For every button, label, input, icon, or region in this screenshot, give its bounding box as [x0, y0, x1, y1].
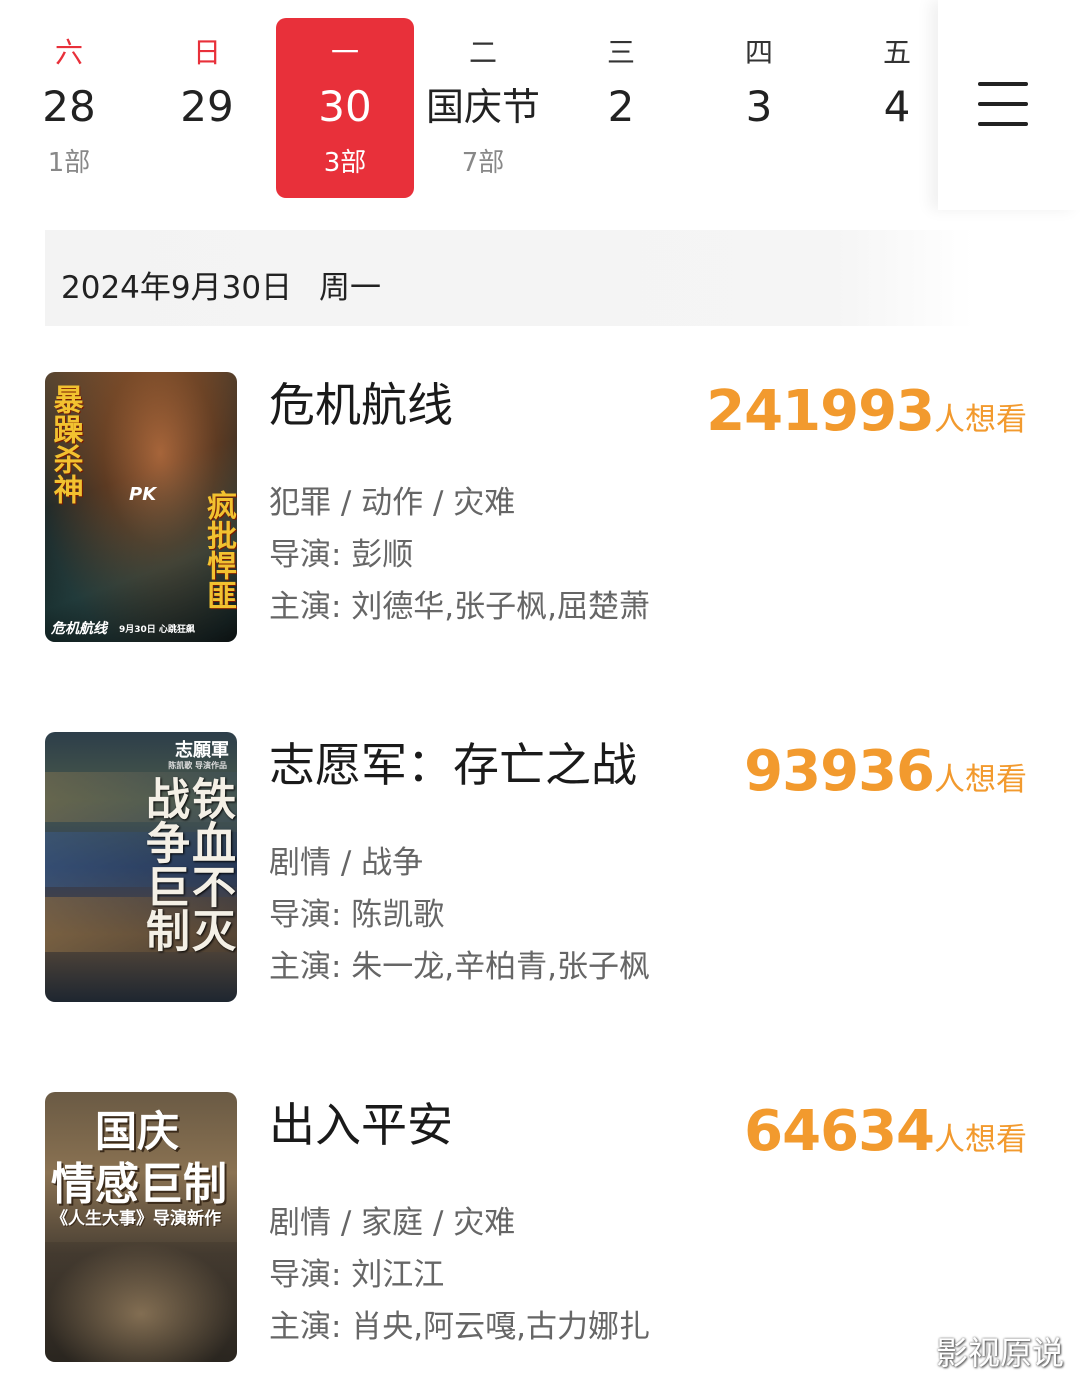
date-header: 2024年9月30日 周一: [45, 230, 975, 326]
want-count-number: 241993: [706, 379, 935, 444]
poster-brand-text: 志願軍: [175, 740, 229, 761]
poster-col1-text: 铁血不灭: [184, 776, 235, 952]
movie-genre: 剧情 / 战争: [269, 845, 424, 881]
day-tue-national-day[interactable]: 二 国庆节 7部: [414, 18, 552, 198]
movie-cast: 主演: 朱一龙,辛柏青,张子枫: [269, 949, 651, 985]
movie-cast: 主演: 刘德华,张子枫,屈楚萧: [269, 589, 651, 625]
day-sat-28[interactable]: 六 28 1部: [0, 18, 138, 198]
day-date: 国庆节: [425, 85, 540, 129]
want-count-label: 人想看: [934, 762, 1027, 798]
poster-sub-text: 9月30日 心跳狂飙: [119, 625, 195, 635]
poster-right-text: 疯批悍匪: [201, 490, 236, 610]
day-date: 2: [607, 82, 635, 131]
movie-genre: 剧情 / 家庭 / 灾难: [269, 1205, 516, 1241]
poster-pk-text: PK: [129, 484, 157, 505]
want-count-number: 64634: [744, 1099, 935, 1164]
movie-director: 导演: 刘江江: [269, 1257, 445, 1293]
date-header-weekday: 周一: [319, 270, 381, 306]
movie-card[interactable]: 志願軍 陈凯歌 导演作品 铁血不灭 战争巨制 志愿军：存亡之战 93936人想看…: [45, 732, 1045, 1002]
date-header-date: 2024年9月30日: [61, 270, 293, 306]
day-date: 28: [42, 82, 96, 131]
movie-cast: 主演: 肖央,阿云嘎,古力娜扎: [269, 1309, 651, 1345]
day-count: 7部: [461, 148, 505, 178]
movie-poster[interactable]: 暴躁杀神 疯批悍匪 PK 危机航线 9月30日 心跳狂飙: [45, 372, 237, 642]
day-count: 3部: [323, 148, 367, 178]
movie-director: 导演: 彭顺: [269, 537, 414, 573]
want-count-number: 93936: [744, 739, 935, 804]
movie-director: 导演: 陈凯歌: [269, 897, 445, 933]
poster-credit-text: 陈凯歌 导演作品: [168, 761, 227, 770]
movie-title[interactable]: 出入平安: [269, 1097, 453, 1153]
day-date: 29: [180, 82, 234, 131]
poster-col2-text: 战争巨制: [138, 776, 189, 952]
poster-left-text: 暴躁杀神: [47, 384, 83, 504]
day-weekday: 日: [192, 36, 221, 69]
want-count: 64634人想看: [744, 1102, 1027, 1162]
menu-panel: [938, 0, 1080, 210]
day-weekday: 三: [606, 36, 635, 69]
watermark-text: 影视原说: [935, 1334, 1064, 1372]
day-date: 30: [318, 82, 372, 131]
day-mon-30-selected[interactable]: 一 30 3部: [276, 18, 414, 198]
want-count-label: 人想看: [934, 1122, 1027, 1158]
movie-card[interactable]: 国庆 情感巨制 《人生大事》导演新作 出入平安 64634人想看 剧情 / 家庭…: [45, 1092, 1045, 1362]
movie-poster[interactable]: 国庆 情感巨制 《人生大事》导演新作: [45, 1092, 237, 1362]
day-weekday: 四: [744, 36, 773, 69]
day-weekday: 二: [468, 36, 497, 69]
day-thu-3[interactable]: 四 3: [690, 18, 828, 198]
movie-card[interactable]: 暴躁杀神 疯批悍匪 PK 危机航线 9月30日 心跳狂飙 危机航线 241993…: [45, 372, 1045, 642]
movie-title[interactable]: 志愿军：存亡之战: [269, 737, 637, 793]
poster-title-text: 危机航线: [51, 621, 107, 637]
poster-line3-text: 《人生大事》导演新作: [51, 1209, 221, 1229]
want-count: 93936人想看: [744, 742, 1027, 802]
day-wed-2[interactable]: 三 2: [552, 18, 690, 198]
day-count: 1部: [47, 148, 91, 178]
day-date: 3: [745, 82, 773, 131]
day-weekday: 一: [330, 36, 359, 69]
day-weekday: 六: [54, 36, 83, 69]
want-count-label: 人想看: [934, 402, 1027, 438]
day-sun-29[interactable]: 日 29: [138, 18, 276, 198]
poster-line2-text: 情感巨制: [51, 1159, 227, 1210]
movie-genre: 犯罪 / 动作 / 灾难: [269, 485, 516, 521]
date-strip: 六 28 1部 日 29 一 30 3部 二 国庆节 7部 三 2 四 3 五 …: [0, 0, 940, 215]
movie-title[interactable]: 危机航线: [269, 377, 453, 433]
want-count: 241993人想看: [706, 382, 1027, 442]
menu-icon[interactable]: [978, 82, 1028, 126]
movie-poster[interactable]: 志願軍 陈凯歌 导演作品 铁血不灭 战争巨制: [45, 732, 237, 1002]
